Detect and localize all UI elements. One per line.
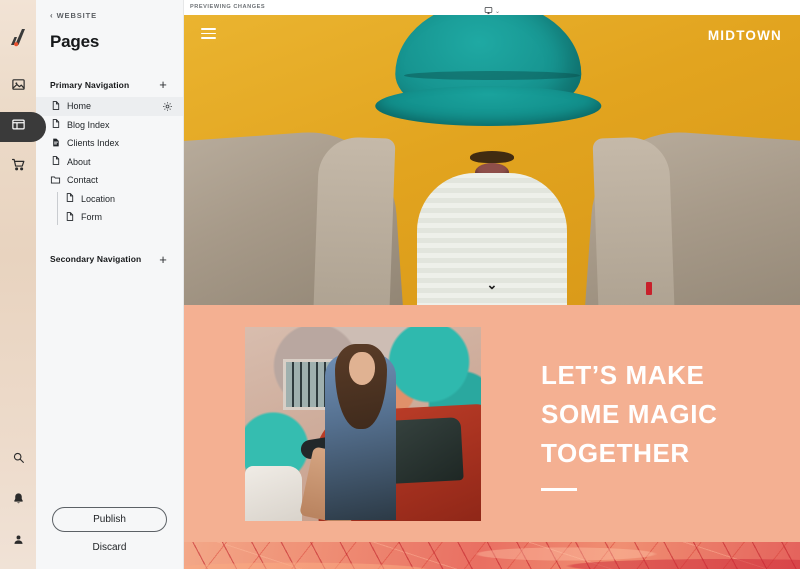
sidebar-item-contact[interactable]: Contact bbox=[36, 171, 183, 190]
jacket-right bbox=[582, 126, 800, 305]
rail-item-account[interactable] bbox=[0, 531, 36, 553]
page-icon bbox=[64, 192, 75, 205]
sidebar-item-label: Form bbox=[81, 212, 102, 223]
preview-pane: PREVIEWING CHANGES ⌄ MIDTOWN ⌄ LET’S MAK… bbox=[184, 0, 800, 569]
sidebar-item-label: About bbox=[67, 156, 91, 167]
model-head bbox=[348, 351, 375, 385]
gear-icon[interactable] bbox=[162, 101, 173, 112]
image-icon bbox=[11, 77, 26, 97]
app-window: ‹ WEBSITE Pages Primary Navigation + Hom… bbox=[0, 0, 800, 569]
search-icon bbox=[12, 451, 25, 469]
rail-item-pages[interactable] bbox=[0, 112, 46, 142]
folder-icon bbox=[50, 174, 61, 187]
jacket-left bbox=[184, 126, 406, 305]
headline-line-1: LET’S MAKE bbox=[541, 360, 705, 391]
headline-line-2: SOME MAGIC bbox=[541, 398, 718, 429]
breadcrumb-label: WEBSITE bbox=[56, 11, 98, 20]
page-icon bbox=[50, 100, 61, 113]
sidebar-item-label: Location bbox=[81, 193, 116, 204]
sidebar-item-label: Home bbox=[67, 101, 92, 112]
sidebar-item-label: Blog Index bbox=[67, 119, 110, 130]
headline-divider bbox=[541, 488, 577, 491]
primary-navigation-header: Primary Navigation + bbox=[50, 78, 169, 91]
primary-navigation-label: Primary Navigation bbox=[50, 79, 130, 90]
page-icon bbox=[50, 118, 61, 131]
page-title: Pages bbox=[50, 32, 100, 51]
bell-icon bbox=[12, 492, 25, 510]
headline-line-3: TOGETHER bbox=[541, 437, 690, 468]
red-brand-tab bbox=[646, 282, 652, 295]
add-secondary-page-button[interactable]: + bbox=[157, 253, 169, 266]
secondary-navigation-header: Secondary Navigation + bbox=[50, 253, 169, 266]
rail-bottom-group bbox=[0, 449, 36, 553]
sidebar-item-clients-index[interactable]: Clients Index bbox=[36, 134, 183, 153]
hamburger-menu-icon[interactable] bbox=[201, 28, 216, 39]
rail-item-media[interactable] bbox=[0, 72, 36, 102]
left-icon-rail bbox=[0, 0, 46, 569]
photo-woman-denim-red-car-mural[interactable] bbox=[245, 326, 481, 521]
chevron-down-icon: ⌄ bbox=[494, 8, 501, 15]
hero-section[interactable]: MIDTOWN ⌄ bbox=[184, 15, 800, 305]
site-preview-canvas[interactable]: MIDTOWN ⌄ LET’S MAKE SOME MAGIC TOGETHER bbox=[184, 15, 800, 569]
sidebar-item-location[interactable]: Location bbox=[50, 190, 183, 209]
previewing-status: PREVIEWING CHANGES bbox=[190, 4, 266, 10]
add-primary-page-button[interactable]: + bbox=[157, 78, 169, 91]
model-mustache bbox=[470, 151, 514, 163]
sidebar-item-label: Contact bbox=[67, 175, 99, 186]
publish-button[interactable]: Publish bbox=[52, 507, 167, 532]
sidebar-item-form[interactable]: Form bbox=[50, 208, 183, 227]
secondary-navigation-label: Secondary Navigation bbox=[50, 254, 142, 264]
page-icon bbox=[64, 211, 75, 224]
rail-item-notifications[interactable] bbox=[0, 490, 36, 512]
hero-photo-man-teal-bucket-hat bbox=[184, 15, 800, 305]
person-icon bbox=[12, 533, 25, 551]
rail-item-search[interactable] bbox=[0, 449, 36, 471]
sidebar-item-about[interactable]: About bbox=[36, 153, 183, 172]
page-filled-icon bbox=[50, 137, 61, 150]
back-chevron-icon: ‹ bbox=[50, 10, 54, 20]
preview-toolbar: PREVIEWING CHANGES ⌄ bbox=[184, 0, 800, 15]
sidebar-item-blog-index[interactable]: Blog Index bbox=[36, 116, 183, 135]
site-brand-logo[interactable]: MIDTOWN bbox=[708, 28, 782, 43]
sidebar-item-label: Clients Index bbox=[67, 138, 120, 149]
magic-headline: LET’S MAKE SOME MAGIC TOGETHER bbox=[541, 356, 717, 491]
pages-sidebar: ‹ WEBSITE Pages Primary Navigation + Hom… bbox=[36, 0, 184, 569]
chevron-down-icon[interactable]: ⌄ bbox=[487, 278, 498, 291]
app-logo[interactable] bbox=[6, 26, 30, 50]
contact-sub-list: Location Form bbox=[36, 190, 183, 227]
page-icon bbox=[50, 155, 61, 168]
white-car bbox=[245, 466, 302, 521]
shopping-cart-icon bbox=[11, 157, 26, 177]
magic-section[interactable]: LET’S MAKE SOME MAGIC TOGETHER bbox=[184, 305, 800, 542]
sidebar-item-home[interactable]: Home bbox=[36, 97, 183, 116]
rail-top-group bbox=[0, 72, 46, 182]
pages-layout-icon bbox=[11, 117, 26, 137]
discard-button[interactable]: Discard bbox=[52, 542, 167, 553]
sidebar-actions: Publish Discard bbox=[36, 507, 183, 569]
breadcrumb[interactable]: ‹ WEBSITE bbox=[50, 11, 183, 20]
primary-navigation-list: Home Blog Index Clients Index About Cont… bbox=[36, 97, 183, 227]
hat-band bbox=[404, 71, 580, 80]
abstract-red-lines-photo[interactable] bbox=[184, 542, 800, 569]
rail-item-commerce[interactable] bbox=[0, 152, 36, 182]
